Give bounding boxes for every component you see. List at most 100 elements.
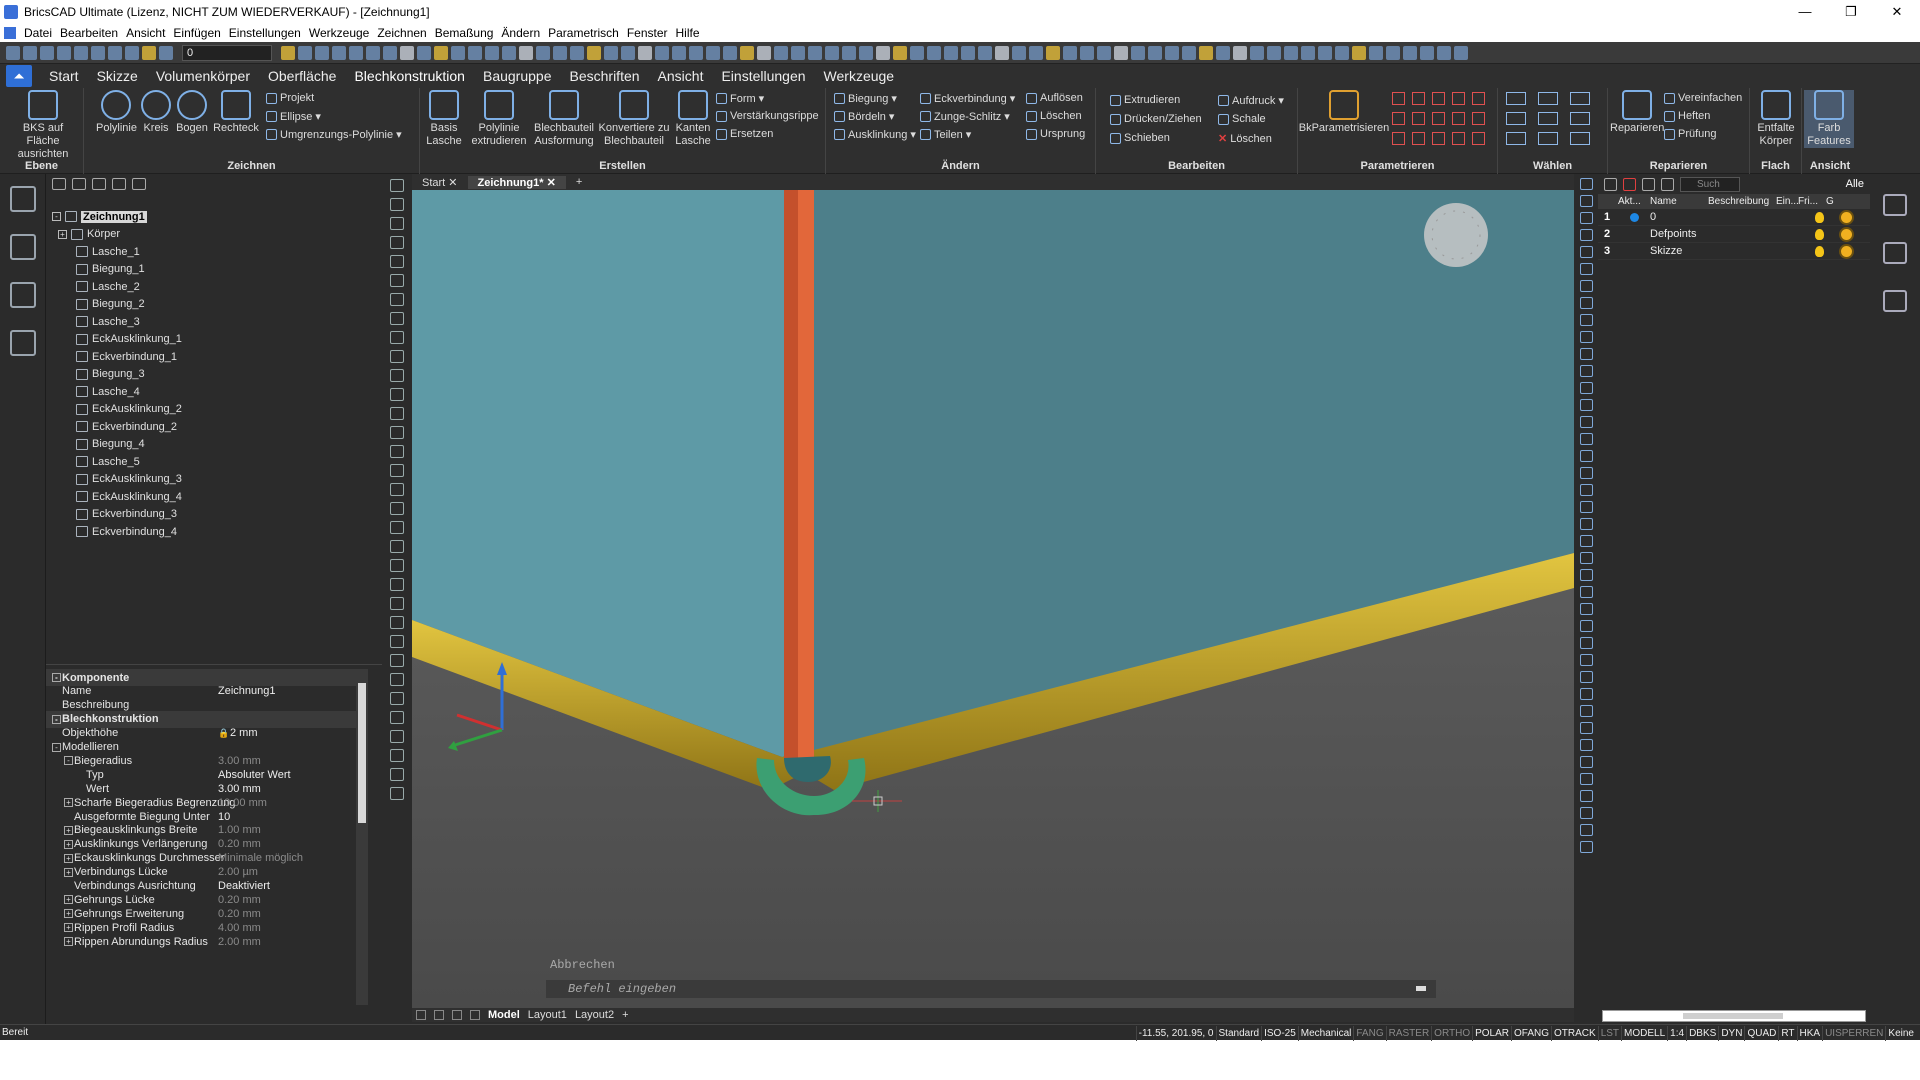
draw-tool-icon[interactable] <box>390 768 404 781</box>
basis-lasche-button[interactable]: Basis Lasche <box>422 90 466 148</box>
toolbar-icon[interactable] <box>349 45 363 60</box>
modify-tool-icon[interactable] <box>1579 722 1593 734</box>
select-icon[interactable] <box>1506 132 1526 145</box>
layers-column-header[interactable]: Name <box>1650 196 1677 207</box>
layout-tab[interactable]: Layout2 <box>575 1009 614 1021</box>
toolbar-icon[interactable] <box>485 45 499 60</box>
expand-icon[interactable]: + <box>64 937 73 947</box>
status-item[interactable]: Mechanical <box>1297 1025 1354 1041</box>
toolbar-icon[interactable] <box>1284 45 1298 60</box>
status-item[interactable]: OFANG <box>1511 1025 1551 1041</box>
select-icon[interactable] <box>1538 132 1558 145</box>
layers-column-header[interactable]: Ein... <box>1776 196 1799 207</box>
menu-item-11[interactable]: Hilfe <box>672 26 704 40</box>
draw-tool-icon[interactable] <box>390 293 404 306</box>
delete-layer-icon[interactable] <box>1623 177 1636 191</box>
toolbar-icon[interactable] <box>1097 45 1111 60</box>
modify-tool-icon[interactable] <box>1579 178 1593 190</box>
modify-tool-icon[interactable] <box>1579 195 1593 207</box>
ellipse-button[interactable]: Ellipse ▾ <box>266 110 321 123</box>
tree-item[interactable]: Eckverbindung_2 <box>52 418 182 436</box>
draw-tool-icon[interactable] <box>390 217 404 230</box>
layers-column-header[interactable]: Akt... <box>1618 196 1641 207</box>
select-icon[interactable] <box>1538 112 1558 125</box>
draw-tool-icon[interactable] <box>390 502 404 515</box>
modify-tool-icon[interactable] <box>1579 280 1593 292</box>
toolbar-icon[interactable] <box>1063 45 1077 60</box>
status-item[interactable]: 1:4 <box>1667 1025 1686 1041</box>
layer-search-input[interactable]: Such <box>1680 176 1740 192</box>
expand-icon[interactable]: + <box>64 867 73 877</box>
status-item[interactable]: MODELL <box>1621 1025 1667 1041</box>
add-layout-icon[interactable]: + <box>622 1009 628 1021</box>
tab-6[interactable]: Beschriften <box>561 64 649 88</box>
modify-tool-icon[interactable] <box>1579 348 1593 360</box>
rechteck-button[interactable]: Rechteck <box>212 90 260 135</box>
modify-tool-icon[interactable] <box>1579 603 1593 615</box>
toolbar-icon[interactable] <box>825 45 839 60</box>
toolbar-icon[interactable] <box>927 45 941 60</box>
toolbar-icon[interactable] <box>791 45 805 60</box>
eckverbindung-button[interactable]: Eckverbindung ▾ <box>920 92 1015 105</box>
toolbar-icon[interactable] <box>1369 45 1383 60</box>
toolbar-icon[interactable] <box>468 45 482 60</box>
modify-tool-icon[interactable] <box>1579 739 1593 751</box>
tab-9[interactable]: Werkzeuge <box>815 64 904 88</box>
modify-tool-icon[interactable] <box>1579 263 1593 275</box>
menu-item-10[interactable]: Fenster <box>623 26 672 40</box>
draw-tool-icon[interactable] <box>390 578 404 591</box>
select-icon[interactable] <box>1570 112 1590 125</box>
tab-4[interactable]: Blechkonstruktion <box>345 64 474 88</box>
toolbar-icon[interactable] <box>638 45 652 60</box>
tree-item[interactable]: EckAusklinkung_4 <box>52 488 182 506</box>
aufdruck-button[interactable]: Aufdruck ▾ <box>1218 94 1284 107</box>
toolbar-icon[interactable] <box>298 45 312 60</box>
properties-icon[interactable] <box>1883 194 1907 216</box>
collapse-icon[interactable]: - <box>52 714 61 724</box>
modify-tool-icon[interactable] <box>1579 824 1593 836</box>
toolbar-icon[interactable] <box>23 45 37 60</box>
ersetzen-button[interactable]: Ersetzen <box>716 128 773 140</box>
toolbar-icon[interactable] <box>1080 45 1094 60</box>
polylinie-extrudieren-button[interactable]: Polylinie extrudieren <box>468 90 530 148</box>
draw-tool-icon[interactable] <box>390 730 404 743</box>
model-viewport[interactable] <box>412 190 1574 1008</box>
modify-tool-icon[interactable] <box>1579 552 1593 564</box>
toolbar-icon[interactable] <box>108 45 122 60</box>
layers-column-header[interactable]: Fri... <box>1798 196 1818 207</box>
menu-item-5[interactable]: Werkzeuge <box>305 26 373 40</box>
tree-item[interactable]: EckAusklinkung_3 <box>52 471 182 489</box>
constraint-icon[interactable] <box>1392 92 1405 105</box>
toolbar-icon[interactable] <box>400 45 414 60</box>
ausklinkung-button[interactable]: Ausklinkung ▾ <box>834 128 916 141</box>
property-value[interactable]: 0.20 mm <box>218 908 261 920</box>
toolbar-icon[interactable] <box>570 45 584 60</box>
toolbar-icon[interactable] <box>1301 45 1315 60</box>
bks-auf-flaeche-button[interactable]: BKS auf Fläche ausrichten <box>6 90 80 161</box>
select-icon[interactable] <box>1570 92 1590 105</box>
draw-tool-icon[interactable] <box>390 198 404 211</box>
constraint-icon[interactable] <box>1452 112 1465 125</box>
toolbar-icon[interactable] <box>434 45 448 60</box>
layers-column-header[interactable]: G <box>1826 196 1834 207</box>
expand-icon[interactable]: + <box>58 229 67 239</box>
menu-item-6[interactable]: Zeichnen <box>373 26 430 40</box>
expand-icon[interactable]: + <box>64 853 73 863</box>
modify-tool-icon[interactable] <box>1579 331 1593 343</box>
toolbar-icon[interactable] <box>842 45 856 60</box>
draw-tool-icon[interactable] <box>390 635 404 648</box>
schale-button[interactable]: Schale <box>1218 113 1266 125</box>
draw-tool-icon[interactable] <box>390 749 404 762</box>
toolbar-icon[interactable] <box>502 45 516 60</box>
expand-icon[interactable]: - <box>64 756 73 766</box>
command-input[interactable]: Befehl eingeben <box>546 980 1436 998</box>
select-icon[interactable] <box>1506 92 1526 105</box>
layers-scrollbar[interactable] <box>1602 1010 1866 1022</box>
modify-tool-icon[interactable] <box>1579 484 1593 496</box>
view-cube[interactable] <box>1424 203 1488 267</box>
collapse-icon[interactable]: - <box>52 673 61 682</box>
layer-row[interactable]: 10 <box>1598 209 1870 226</box>
tree-item[interactable]: Biegung_3 <box>52 366 182 384</box>
draw-tool-icon[interactable] <box>390 692 404 705</box>
browser-tool-icon[interactable] <box>92 178 106 190</box>
